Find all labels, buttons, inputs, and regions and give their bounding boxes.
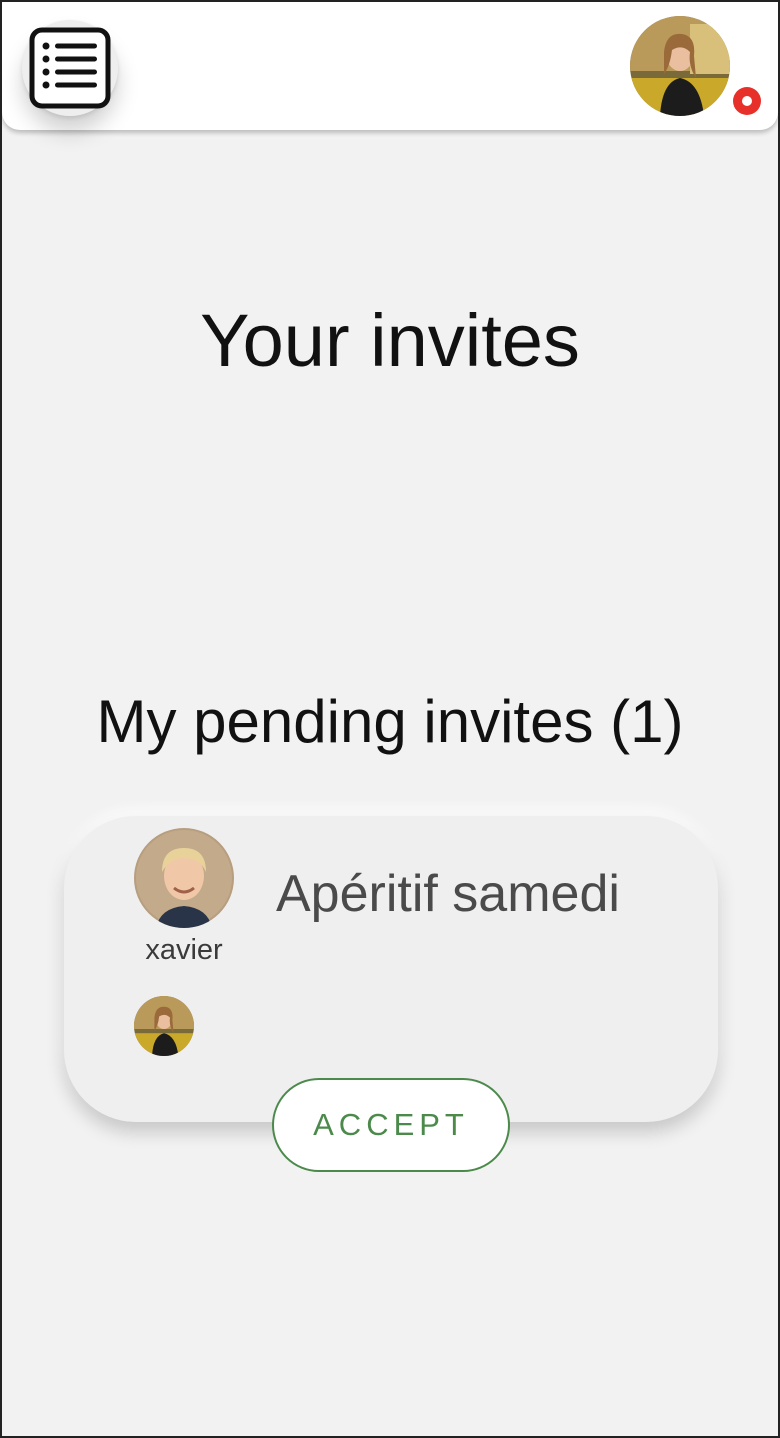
- page-title: Your invites: [200, 299, 580, 382]
- top-bar: [2, 2, 778, 130]
- profile-avatar-button[interactable]: [630, 16, 764, 118]
- pending-invites-heading: My pending invites (1): [96, 688, 684, 755]
- host-name: xavier: [145, 934, 223, 966]
- host-avatar: [134, 828, 234, 928]
- app-frame: Your invites My pending invites (1) xavi…: [0, 0, 780, 1438]
- guest-avatar: [134, 996, 194, 1056]
- menu-button[interactable]: [22, 20, 118, 116]
- list-menu-icon: [29, 27, 111, 109]
- user-avatar: [630, 16, 730, 116]
- accept-button[interactable]: ACCEPT: [272, 1078, 510, 1172]
- invite-card[interactable]: xavier Apéritif samedi: [64, 816, 718, 1122]
- notification-badge: [730, 84, 764, 118]
- event-title: Apéritif samedi: [276, 865, 620, 923]
